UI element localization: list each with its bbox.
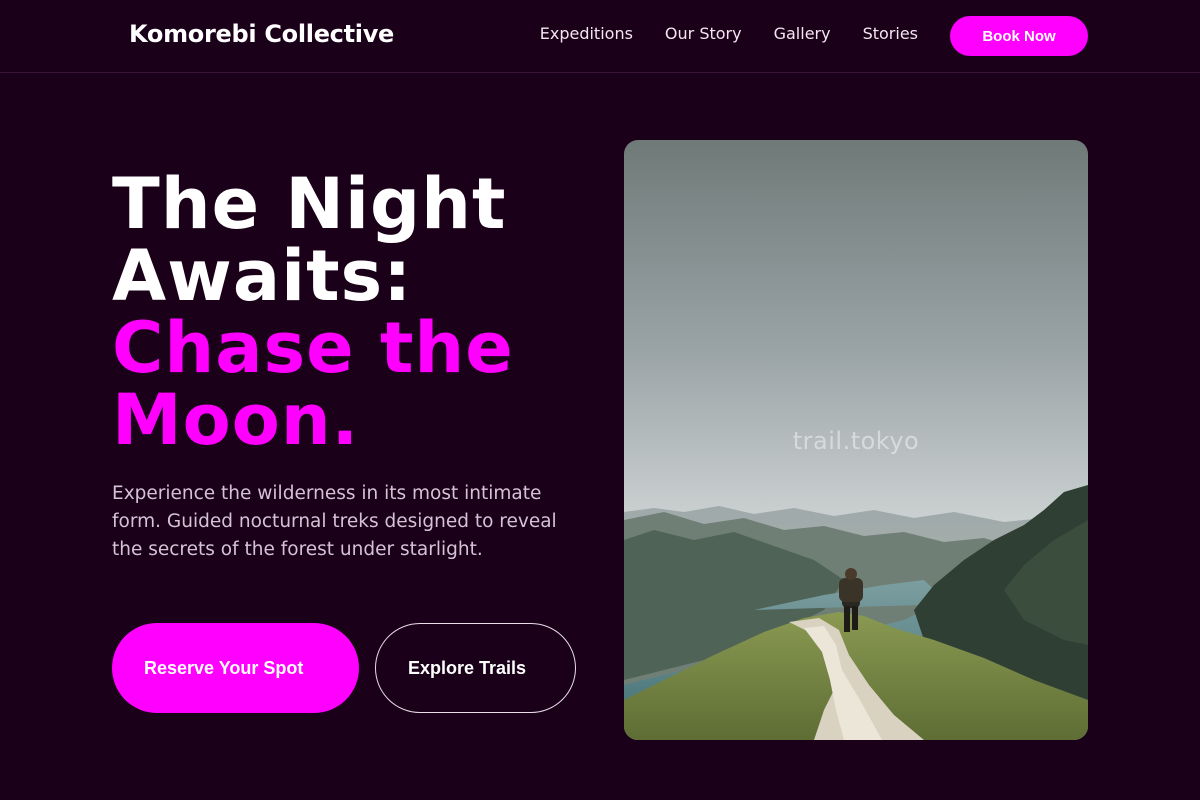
hero-description: Experience the wilderness in its most in… — [112, 483, 557, 560]
hero-image: trail.tokyo — [624, 140, 1088, 740]
image-watermark: trail.tokyo — [792, 427, 920, 455]
headline-line-1: The Night — [112, 163, 507, 245]
top-navbar: Komorebi Collective Expeditions Our Stor… — [0, 0, 1200, 73]
headline-accent-line-1: Chase the — [112, 307, 514, 389]
main-nav: Expeditions Our Story Gallery Stories — [540, 24, 918, 43]
nav-link-gallery[interactable]: Gallery — [774, 24, 831, 43]
nav-link-our-story[interactable]: Our Story — [665, 24, 742, 43]
headline-line-2: Awaits: — [112, 235, 413, 317]
hero-headline: The Night Awaits: Chase the Moon. — [112, 168, 572, 456]
reserve-spot-button[interactable]: Reserve Your Spot — [112, 623, 359, 713]
brand-logo[interactable]: Komorebi Collective — [129, 20, 394, 48]
book-now-button[interactable]: Book Now — [950, 16, 1088, 56]
nav-link-stories[interactable]: Stories — [863, 24, 918, 43]
headline-accent-line-2: Moon. — [112, 379, 360, 461]
nav-link-expeditions[interactable]: Expeditions — [540, 24, 633, 43]
explore-trails-button[interactable]: Explore Trails — [375, 623, 576, 713]
